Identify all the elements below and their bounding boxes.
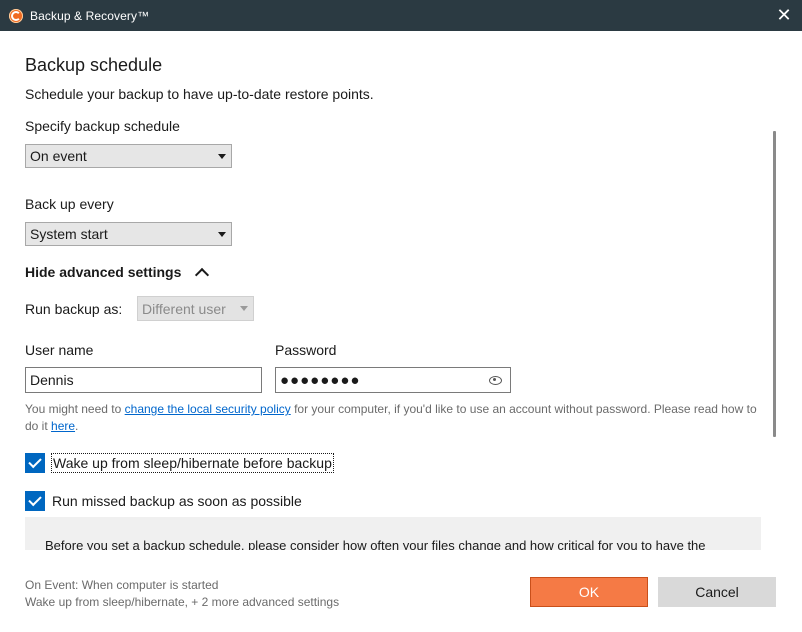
chevron-down-icon xyxy=(218,232,226,237)
schedule-dropdown-value: On event xyxy=(30,148,87,164)
here-link[interactable]: here xyxy=(51,419,75,433)
hint-text-start: You might need to xyxy=(25,402,125,416)
backup-every-dropdown[interactable]: System start xyxy=(25,222,232,246)
username-label: User name xyxy=(25,342,94,358)
missed-backup-checkbox[interactable] xyxy=(25,491,45,511)
schedule-summary-line2: Wake up from sleep/hibernate, + 2 more a… xyxy=(25,595,340,609)
missed-backup-label[interactable]: Run missed backup as soon as possible xyxy=(52,493,302,509)
content-scrollbar[interactable] xyxy=(773,131,776,437)
eye-icon[interactable] xyxy=(489,376,502,385)
backup-every-label: Back up every xyxy=(25,196,114,212)
schedule-dropdown[interactable]: On event xyxy=(25,144,232,168)
app-logo-icon xyxy=(9,8,23,23)
backup-every-dropdown-value: System start xyxy=(30,226,108,242)
advanced-settings-toggle[interactable]: Hide advanced settings xyxy=(25,264,210,283)
run-as-label: Run backup as: xyxy=(25,301,123,317)
wake-up-checkbox[interactable] xyxy=(25,453,45,473)
ok-button[interactable]: OK xyxy=(530,577,648,607)
password-label: Password xyxy=(275,342,337,358)
run-as-dropdown-value: Different user xyxy=(142,300,226,317)
username-input-value: Dennis xyxy=(30,372,74,388)
chevron-down-icon xyxy=(218,154,226,159)
password-input-value: ●●●●●●●● xyxy=(280,371,361,389)
username-input[interactable]: Dennis xyxy=(25,367,262,393)
security-policy-link[interactable]: change the local security policy xyxy=(125,402,291,416)
cancel-button[interactable]: Cancel xyxy=(658,577,776,607)
hint-text-end: . xyxy=(75,419,79,433)
schedule-info-text: Before you set a backup schedule, please… xyxy=(45,538,706,550)
window-title: Backup & Recovery™ xyxy=(30,8,150,23)
wake-up-label[interactable]: Wake up from sleep/hibernate before back… xyxy=(51,453,334,473)
run-as-dropdown[interactable]: Different user xyxy=(137,296,254,321)
page-subtitle: Schedule your backup to have up-to-date … xyxy=(25,86,374,102)
dialog-content: Backup schedule Schedule your backup to … xyxy=(0,31,802,550)
advanced-settings-toggle-label: Hide advanced settings xyxy=(25,264,182,280)
schedule-info-panel: Before you set a backup schedule, please… xyxy=(25,517,761,550)
password-input[interactable]: ●●●●●●●● xyxy=(275,367,511,393)
title-bar: Backup & Recovery™ ✕ xyxy=(0,0,802,31)
schedule-summary-line1: On Event: When computer is started xyxy=(25,578,219,592)
chevron-up-icon xyxy=(195,267,210,283)
page-title: Backup schedule xyxy=(25,55,163,75)
wake-up-checkbox-row[interactable]: Wake up from sleep/hibernate before back… xyxy=(25,453,334,473)
security-policy-hint: You might need to change the local secur… xyxy=(25,401,770,435)
schedule-label: Specify backup schedule xyxy=(25,118,180,134)
chevron-down-icon xyxy=(240,306,248,311)
close-icon[interactable]: ✕ xyxy=(774,5,794,25)
missed-backup-checkbox-row[interactable]: Run missed backup as soon as possible xyxy=(25,491,302,511)
